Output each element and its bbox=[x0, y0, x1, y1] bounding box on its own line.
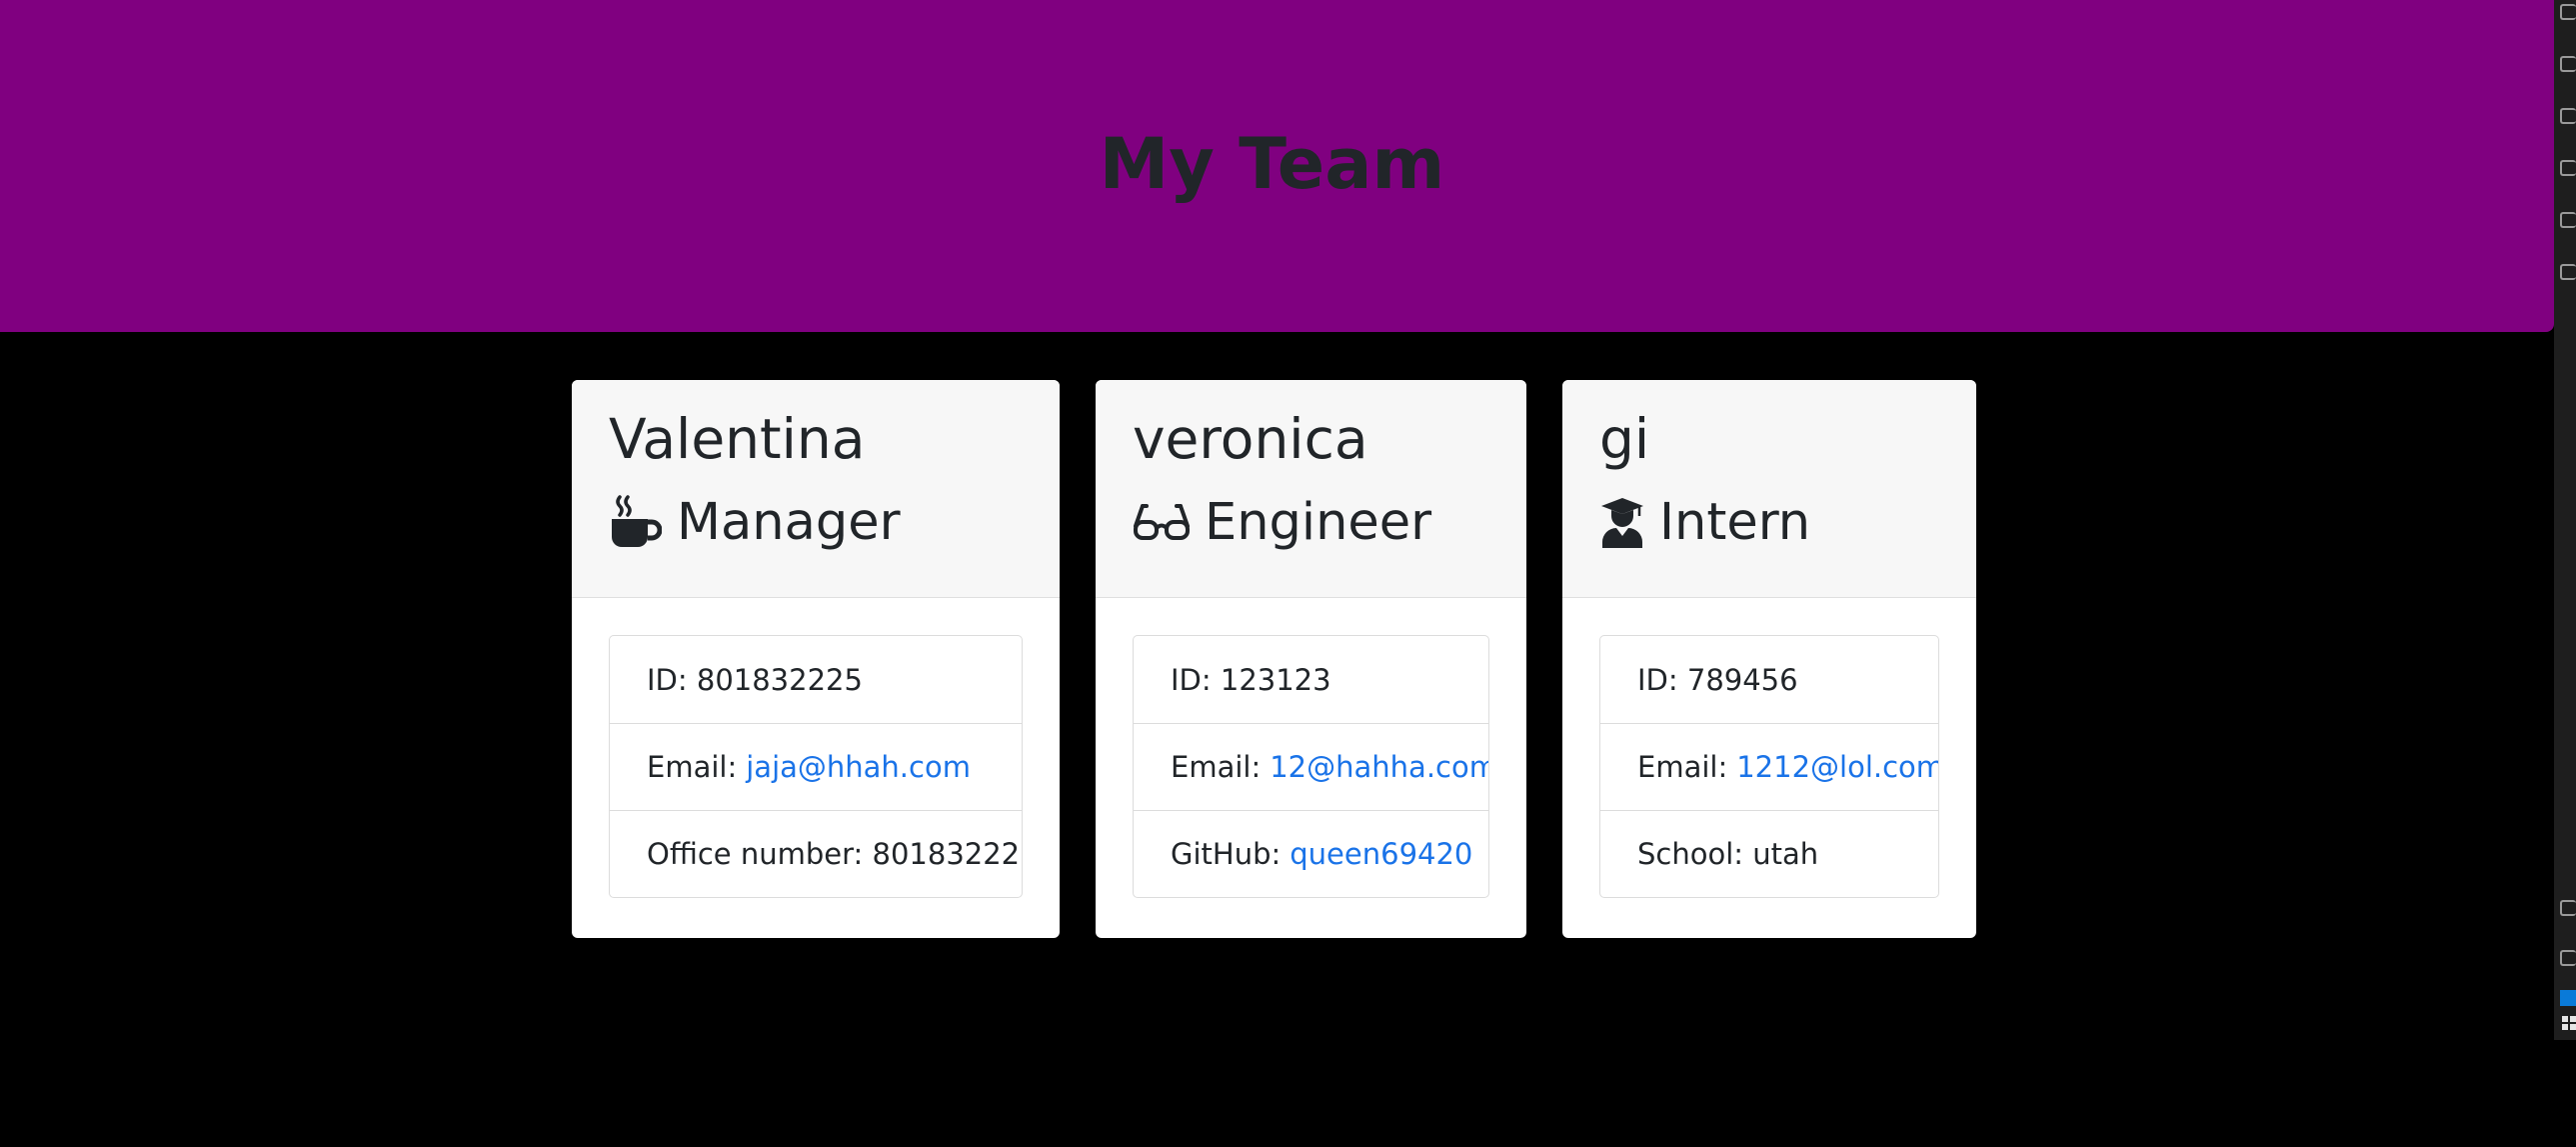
school-label: School: bbox=[1637, 837, 1744, 871]
remote-icon[interactable] bbox=[2560, 264, 2576, 280]
email-label: Email: bbox=[647, 750, 738, 784]
windows-start-icon[interactable] bbox=[2562, 1016, 2576, 1030]
list-item-github: GitHub: queen69420 bbox=[1134, 810, 1488, 897]
email-label: Email: bbox=[1637, 750, 1728, 784]
run-debug-icon[interactable] bbox=[2560, 160, 2576, 176]
glasses-icon bbox=[1133, 495, 1191, 549]
list-item-id: ID: 789456 bbox=[1600, 636, 1938, 723]
extensions-icon[interactable] bbox=[2560, 212, 2576, 228]
coffee-mug-icon bbox=[609, 495, 663, 549]
info-list: ID: 123123 Email: 12@hahha.com GitHub: que… bbox=[1133, 635, 1489, 898]
employee-name: gi bbox=[1599, 407, 1650, 471]
card-header: veronica Engineer bbox=[1096, 380, 1526, 598]
editor-activity-bar bbox=[2554, 0, 2576, 1040]
id-value: 801832225 bbox=[696, 662, 863, 697]
list-item-email: Email: 1212@lol.com bbox=[1600, 723, 1938, 810]
settings-gear-icon[interactable] bbox=[2560, 950, 2576, 966]
github-link[interactable]: queen69420 bbox=[1289, 837, 1472, 871]
list-item-id: ID: 123123 bbox=[1134, 636, 1488, 723]
school-value: utah bbox=[1752, 837, 1819, 871]
source-control-icon[interactable] bbox=[2560, 108, 2576, 124]
id-value: 123123 bbox=[1220, 662, 1331, 697]
status-bar-remote-icon[interactable] bbox=[2560, 990, 2576, 1006]
id-label: ID: bbox=[647, 662, 688, 697]
id-label: ID: bbox=[1171, 662, 1212, 697]
email-link[interactable]: 12@hahha.com bbox=[1270, 750, 1488, 784]
page-title: My Team bbox=[1099, 123, 1445, 205]
list-item-email: Email: 12@hahha.com bbox=[1134, 723, 1488, 810]
email-link[interactable]: jaja@hhah.com bbox=[746, 750, 971, 784]
email-link[interactable]: 1212@lol.com bbox=[1736, 750, 1938, 784]
employee-name: Valentina bbox=[609, 407, 866, 471]
employee-card-engineer: veronica Engineer ID: 123123 Email: 12@h… bbox=[1096, 380, 1526, 938]
employee-name: veronica bbox=[1133, 407, 1368, 471]
employee-role: Engineer bbox=[1133, 495, 1489, 549]
info-list: ID: 801832225 Email: jaja@hhah.com Office… bbox=[609, 635, 1023, 898]
id-value: 789456 bbox=[1686, 662, 1798, 697]
card-header: Valentina Manager bbox=[572, 380, 1060, 598]
office-number-label: Office number: bbox=[647, 837, 864, 871]
account-icon[interactable] bbox=[2560, 900, 2576, 916]
card-body: ID: 123123 Email: 12@hahha.com GitHub: que… bbox=[1096, 598, 1526, 898]
employee-role: Manager bbox=[609, 495, 1023, 549]
page: My Team Valentina Manager ID: 801832225 … bbox=[0, 0, 2576, 1147]
card-header: gi Intern bbox=[1562, 380, 1976, 598]
explorer-icon[interactable] bbox=[2560, 4, 2576, 20]
employee-card-manager: Valentina Manager ID: 801832225 Email: j… bbox=[572, 380, 1060, 938]
employee-card-intern: gi Intern ID: 789456 Email: 1212@lol.com… bbox=[1562, 380, 1976, 938]
email-label: Email: bbox=[1171, 750, 1262, 784]
graduate-icon bbox=[1599, 495, 1645, 549]
search-icon[interactable] bbox=[2560, 56, 2576, 72]
list-item-office-number: Office number: 801832225 bbox=[610, 810, 1022, 897]
list-item-id: ID: 801832225 bbox=[610, 636, 1022, 723]
info-list: ID: 789456 Email: 1212@lol.com School: ut… bbox=[1599, 635, 1939, 898]
card-body: ID: 801832225 Email: jaja@hhah.com Office… bbox=[572, 598, 1060, 898]
card-body: ID: 789456 Email: 1212@lol.com School: ut… bbox=[1562, 598, 1976, 898]
role-label: Engineer bbox=[1205, 492, 1432, 552]
github-label: GitHub: bbox=[1171, 837, 1282, 871]
list-item-school: School: utah bbox=[1600, 810, 1938, 897]
office-number-value: 801832225 bbox=[872, 837, 1023, 871]
employee-role: Intern bbox=[1599, 495, 1939, 549]
role-label: Manager bbox=[677, 492, 901, 552]
role-label: Intern bbox=[1659, 492, 1811, 552]
id-label: ID: bbox=[1637, 662, 1678, 697]
list-item-email: Email: jaja@hhah.com bbox=[610, 723, 1022, 810]
team-header: My Team bbox=[0, 0, 2554, 332]
